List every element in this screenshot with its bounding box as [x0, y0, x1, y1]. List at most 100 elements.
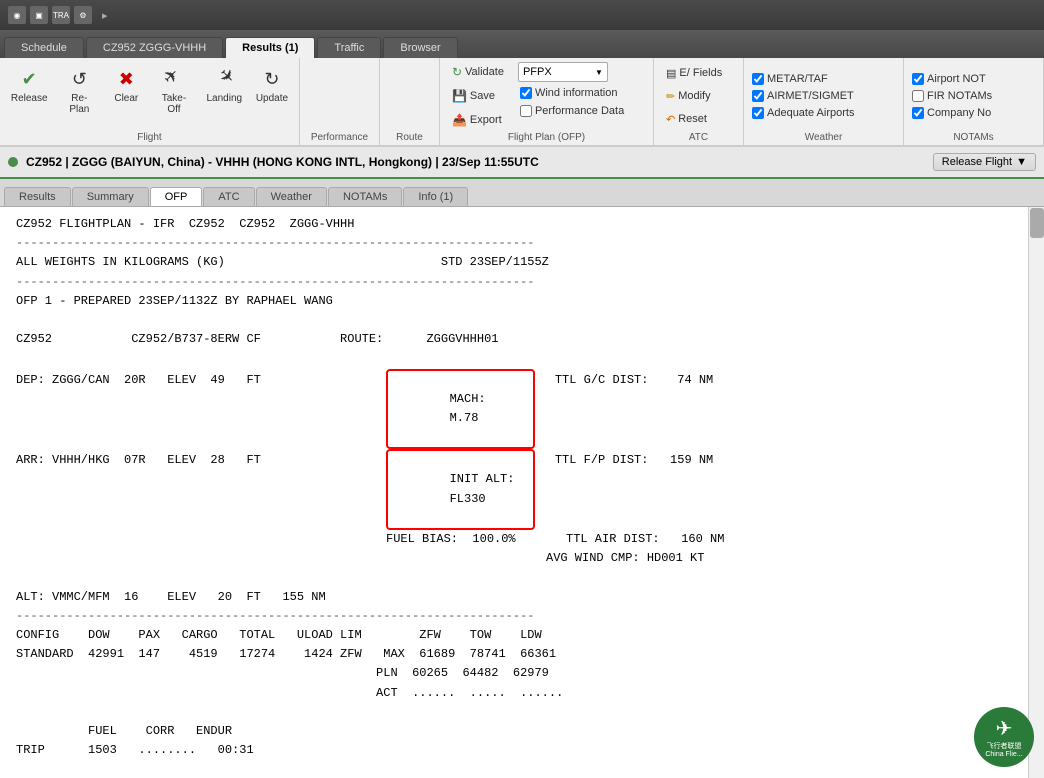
ttl-air-text: TTL AIR DIST: 160 NM	[566, 530, 724, 549]
modify-button[interactable]: ✏ Modify	[660, 87, 717, 106]
arr-text: ARR: VHHH/HKG 07R ELEV 28 FT	[16, 451, 386, 470]
company-no-row[interactable]: Company No	[910, 106, 993, 120]
adequate-checkbox[interactable]	[752, 107, 764, 119]
clear-button[interactable]: ✖ Clear	[106, 62, 146, 107]
tab-notams-content[interactable]: NOTAMs	[328, 187, 402, 206]
fir-notams-checkbox[interactable]	[912, 90, 924, 102]
ttl-fp-text: TTL F/P DIST: 159 NM	[555, 451, 713, 470]
init-alt-value: FL330	[450, 492, 486, 506]
replan-icon: ↺	[65, 65, 93, 93]
tab-info-content[interactable]: Info (1)	[403, 187, 468, 206]
perf-data-row[interactable]: Performance Data	[518, 104, 648, 118]
tab-ofp-content[interactable]: OFP	[150, 187, 203, 206]
title-bar-icons: ◉ ▣ TRA ⚙ ▸	[8, 6, 108, 24]
tab-traffic[interactable]: Traffic	[317, 37, 381, 58]
ofp-blank-1	[16, 311, 1028, 330]
ofp-dashes-2: ----------------------------------------…	[16, 273, 1028, 292]
validate-button[interactable]: ↻ Validate	[446, 62, 510, 82]
save-icon: 💾	[452, 89, 467, 103]
airmet-checkbox[interactable]	[752, 90, 764, 102]
wind-info-checkbox[interactable]	[520, 87, 532, 99]
watermark-plane-icon: ✈	[996, 716, 1013, 741]
save-button[interactable]: 💾 Save	[446, 86, 510, 106]
app-logo: ◉	[8, 6, 26, 24]
weather-group-label: Weather	[750, 130, 897, 143]
tab-cz952[interactable]: CZ952 ZGGG-VHHH	[86, 37, 223, 58]
ofp-dashes-3: ----------------------------------------…	[16, 607, 1028, 626]
avg-wind-indent	[16, 549, 546, 568]
tab-results[interactable]: Results (1)	[225, 37, 315, 58]
scrollbar[interactable]	[1028, 207, 1044, 778]
landing-button[interactable]: ✈ Landing	[202, 62, 247, 107]
performance-group-label: Performance	[306, 130, 373, 143]
route-group-label: Route	[386, 130, 433, 143]
scroll-thumb[interactable]	[1030, 208, 1044, 238]
ofp-alt-line: ALT: VMMC/MFM 16 ELEV 20 FT 155 NM	[16, 588, 1028, 607]
notams-group-label: NOTAMs	[910, 130, 1037, 143]
adequate-row[interactable]: Adequate Airports	[750, 106, 856, 120]
watermark-text-1: 飞行者联盟	[987, 741, 1022, 751]
flight-status-dot	[8, 157, 18, 167]
ofp-line-1: CZ952 FLIGHTPLAN - IFR CZ952 CZ952 ZGGG-…	[16, 215, 1028, 234]
mach-value: M.78	[450, 411, 479, 425]
release-flight-button[interactable]: Release Flight ▼	[933, 153, 1036, 171]
metar-row[interactable]: METAR/TAF	[750, 72, 830, 86]
flightplan-group-label: Flight Plan (OFP)	[446, 130, 647, 143]
init-alt-label: INIT ALT:	[450, 472, 529, 486]
reset-button[interactable]: ↶ Reset	[660, 110, 713, 129]
tab-browser[interactable]: Browser	[383, 37, 457, 58]
tab-summary-content[interactable]: Summary	[72, 187, 149, 206]
atc-group-label: ATC	[660, 130, 737, 143]
content-tab-bar: Results Summary OFP ATC Weather NOTAMs I…	[0, 179, 1044, 207]
ribbon-group-notams: Airport NOT FIR NOTAMs Company No NOTAMs	[904, 58, 1044, 145]
ribbon-group-weather: METAR/TAF AIRMET/SIGMET Adequate Airport…	[744, 58, 904, 145]
title-bar: ◉ ▣ TRA ⚙ ▸	[0, 0, 1044, 30]
release-icon: ✔	[15, 65, 43, 93]
watermark: ✈ 飞行者联盟 China Flie...	[974, 707, 1034, 767]
flight-group-label: Flight	[6, 130, 293, 143]
dep-text: DEP: ZGGG/CAN 20R ELEV 49 FT	[16, 371, 386, 390]
validate-icon: ↻	[452, 65, 462, 79]
ofp-blank-2	[16, 349, 1028, 368]
fuel-bias-indent	[16, 530, 386, 549]
icon-2[interactable]: TRA	[52, 6, 70, 24]
airport-not-row[interactable]: Airport NOT	[910, 72, 988, 86]
tab-weather-content[interactable]: Weather	[256, 187, 327, 206]
ofp-config-pln: PLN 60265 64482 62979	[16, 664, 1028, 683]
ofp-fuel-header: FUEL CORR ENDUR	[16, 722, 1028, 741]
pfpx-dropdown[interactable]: PFPX	[518, 62, 608, 82]
mach-label: MACH:	[450, 392, 529, 406]
ofp-fuelbias-line: FUEL BIAS: 100.0% TTL AIR DIST: 160 NM	[16, 530, 1028, 549]
ofp-line-2: ALL WEIGHTS IN KILOGRAMS (KG) STD 23SEP/…	[16, 253, 1028, 272]
export-button[interactable]: 📤 Export	[446, 110, 510, 130]
fields-icon: ▤	[666, 67, 676, 80]
update-button[interactable]: ↻ Update	[251, 62, 293, 107]
company-no-checkbox[interactable]	[912, 107, 924, 119]
replan-button[interactable]: ↺ Re-Plan	[56, 62, 102, 118]
wind-info-row[interactable]: Wind information	[518, 86, 648, 100]
airport-not-checkbox[interactable]	[912, 73, 924, 85]
ribbon-group-flightplan: ↻ Validate 💾 Save 📤 Export PFPX	[440, 58, 654, 145]
ribbon-group-performance: Performance	[300, 58, 380, 145]
ribbon-group-atc: ▤ E/ Fields ✏ Modify ↶ Reset ATC	[654, 58, 744, 145]
reset-icon: ↶	[666, 113, 675, 126]
icon-1[interactable]: ▣	[30, 6, 48, 24]
fir-notams-row[interactable]: FIR NOTAMs	[910, 89, 994, 103]
main-tab-bar: Schedule CZ952 ZGGG-VHHH Results (1) Tra…	[0, 30, 1044, 58]
flight-info-bar: CZ952 | ZGGG (BAIYUN, China) - VHHH (HON…	[0, 147, 1044, 179]
ofp-config-header: CONFIG DOW PAX CARGO TOTAL ULOAD LIM ZFW…	[16, 626, 1028, 645]
tab-results-content[interactable]: Results	[4, 187, 71, 206]
fields-button[interactable]: ▤ E/ Fields	[660, 64, 728, 83]
ribbon-group-route: Route	[380, 58, 440, 145]
takeoff-button[interactable]: ✈ Take-Off	[150, 62, 197, 118]
icon-3[interactable]: ⚙	[74, 6, 92, 24]
tab-schedule[interactable]: Schedule	[4, 37, 84, 58]
ribbon: ✔ Release ↺ Re-Plan ✖ Clear ✈ Take-Off ✈	[0, 58, 1044, 147]
release-button[interactable]: ✔ Release	[6, 62, 52, 107]
airmet-row[interactable]: AIRMET/SIGMET	[750, 89, 856, 103]
tab-atc-content[interactable]: ATC	[203, 187, 254, 206]
watermark-text-2: China Flie...	[985, 751, 1022, 758]
perf-data-checkbox[interactable]	[520, 105, 532, 117]
ofp-content-area: CZ952 FLIGHTPLAN - IFR CZ952 CZ952 ZGGG-…	[0, 207, 1044, 778]
metar-checkbox[interactable]	[752, 73, 764, 85]
